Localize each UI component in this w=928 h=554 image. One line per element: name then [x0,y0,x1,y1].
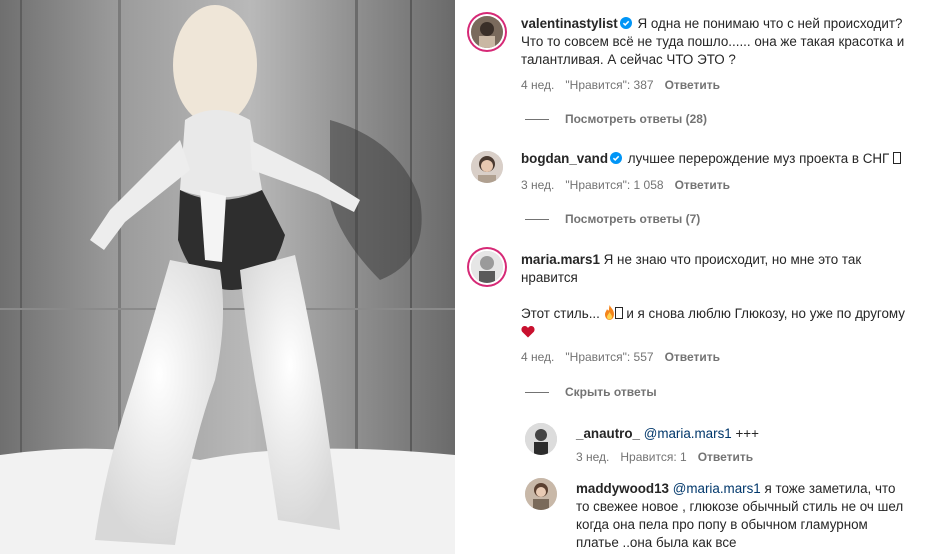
comment-age[interactable]: 4 нед. [521,78,554,92]
mention-link[interactable]: @maria.mars1 [644,426,732,441]
username[interactable]: maria.mars1 [521,252,600,267]
comment-meta: 3 нед. "Нравится": 1 058 Ответить [521,178,741,192]
comment-likes[interactable]: "Нравится": 387 [565,78,653,92]
comment-body-continued: Этот стиль... и я снова люблю Глюкозу, н… [521,305,916,341]
reply-text: +++ [735,426,759,441]
reply-age[interactable]: 3 нед. [576,450,609,464]
missing-glyph-icon [893,152,902,164]
divider [525,392,549,394]
reply-button[interactable]: Ответить [675,178,730,192]
view-replies-button[interactable]: Посмотреть ответы (28) [525,112,707,126]
view-replies-label: Посмотреть ответы (28) [565,112,707,126]
verified-badge-icon [619,17,632,29]
avatar[interactable] [471,151,503,183]
avatar[interactable] [471,16,503,48]
reply-body: maddywood13 @maria.mars1 я тоже заметила… [576,480,911,552]
view-replies-button[interactable]: Посмотреть ответы (7) [525,212,700,226]
comments-panel[interactable]: valentinastylist Я одна не понимаю что с… [455,0,928,554]
comment-body: valentinastylist Я одна не понимаю что с… [521,15,916,69]
comment-meta: 4 нед. "Нравится": 557 Ответить [521,350,731,364]
comment-age[interactable]: 3 нед. [521,178,554,192]
mention-link[interactable]: @maria.mars1 [673,481,761,496]
reply-button[interactable]: Ответить [698,450,753,464]
comment-meta: 4 нед. "Нравится": 387 Ответить [521,78,731,92]
view-replies-label: Посмотреть ответы (7) [565,212,701,226]
comment-body: bogdan_vand лучшее перерождение муз прое… [521,150,916,168]
reply-meta: 3 нед. Нравится: 1 Ответить [576,450,764,464]
comment-body: maria.mars1 Я не знаю что происходит, но… [521,251,916,287]
comment-age[interactable]: 4 нед. [521,350,554,364]
heart-emoji-icon [521,325,535,338]
avatar[interactable] [471,251,503,283]
reply-likes[interactable]: Нравится: 1 [620,450,686,464]
reply-button[interactable]: Ответить [665,78,720,92]
reply-body: _anautro_ @maria.mars1 +++ [576,425,916,443]
username[interactable]: _anautro_ [576,426,640,441]
comment-text-2a: Этот стиль... [521,306,600,321]
post-photo [0,0,455,554]
comment-likes[interactable]: "Нравится": 557 [565,350,653,364]
comment-likes[interactable]: "Нравится": 1 058 [565,178,663,192]
comment-text: лучшее перерождение муз проекта в СНГ [627,151,894,166]
username[interactable]: bogdan_vand [521,151,608,166]
hide-replies-label: Скрыть ответы [565,385,657,399]
username[interactable]: maddywood13 [576,481,669,496]
verified-badge-icon [610,152,623,164]
reply-button[interactable]: Ответить [665,350,720,364]
username[interactable]: valentinastylist [521,16,618,31]
divider [525,219,549,221]
hide-replies-button[interactable]: Скрыть ответы [525,385,657,399]
avatar[interactable] [525,423,557,455]
missing-glyph-icon [614,307,623,319]
comment-text-2b: и я снова люблю Глюкозу, но уже по друго… [626,306,905,321]
post-media[interactable] [0,0,455,554]
divider [525,119,549,121]
avatar[interactable] [525,478,557,510]
fire-emoji-icon [604,305,614,320]
